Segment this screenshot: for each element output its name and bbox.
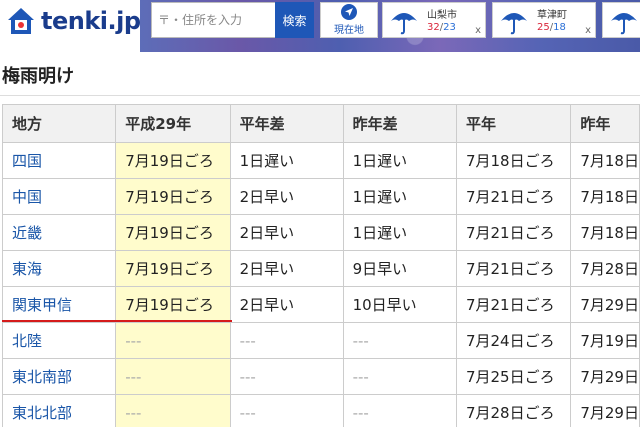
logo-text: tenki.jp (41, 7, 141, 35)
table-cell: --- (115, 394, 231, 427)
column-header: 昨年 (570, 104, 640, 143)
column-header: 平年 (455, 104, 572, 143)
weather-card[interactable] (602, 2, 640, 38)
search-input[interactable]: 〒・住所を入力 (151, 2, 275, 38)
table-row: 近畿 7月19日ごろ 2日早い 1日遅い 7月21日ごろ 7月18日 (1, 214, 640, 251)
table-cell: 7月29日 (570, 358, 640, 395)
table-cell: 1日遅い (229, 142, 344, 179)
region-link[interactable]: 関東甲信 (1, 286, 117, 323)
umbrella-icon (389, 7, 419, 39)
table-header-row: 地方 平成29年 平年差 昨年差 平年 昨年 (1, 104, 640, 143)
table-row: 中国 7月19日ごろ 2日早い 1日遅い 7月21日ごろ 7月18日 (1, 178, 640, 215)
table-cell: 7月25日ごろ (455, 358, 572, 395)
table-cell: 7月18日ごろ (455, 142, 572, 179)
region-link[interactable]: 近畿 (1, 214, 117, 251)
column-header: 平年差 (229, 104, 344, 143)
umbrella-icon (499, 7, 529, 39)
table-cell: 10日早い (342, 286, 457, 323)
table-cell: 7月21日ごろ (455, 286, 572, 323)
table-cell: 1日遅い (342, 214, 457, 251)
table-cell: 9日早い (342, 250, 457, 287)
table-cell: 2日早い (229, 250, 344, 287)
table-cell: 7月18日 (570, 214, 640, 251)
column-header: 平成29年 (115, 104, 231, 143)
table-cell: --- (115, 322, 231, 359)
region-link[interactable]: 中国 (1, 178, 117, 215)
close-card-button[interactable]: x (585, 25, 591, 36)
table-cell: 7月28日ごろ (455, 394, 572, 427)
weather-card[interactable]: 山梨市 32/23 x (382, 2, 486, 38)
table-cell: 2日早い (229, 178, 344, 215)
table-row: 東北南部 --- --- --- 7月25日ごろ 7月29日 (1, 358, 640, 395)
table-cell: 7月21日ごろ (455, 250, 572, 287)
table-cell: 7月21日ごろ (455, 214, 572, 251)
site-header: tenki.jp 〒・住所を入力 検索 現在地 山梨市 32/23 x 草津町 (0, 0, 640, 52)
table-cell: --- (342, 322, 457, 359)
table-cell: 7月29日 (570, 394, 640, 427)
current-location-label: 現在地 (334, 25, 364, 36)
table-cell: 7月19日 (570, 322, 640, 359)
weather-card[interactable]: 草津町 25/18 x (492, 2, 596, 38)
column-header: 地方 (1, 104, 117, 143)
page-title: 梅雨明け (2, 66, 74, 87)
close-card-button[interactable]: x (475, 25, 481, 36)
region-link[interactable]: 東北南部 (1, 358, 117, 395)
table-cell: 2日早い (229, 214, 344, 251)
table-row: 北陸 --- --- --- 7月24日ごろ 7月19日 (1, 322, 640, 359)
weather-card-temps: 25/18 (537, 22, 566, 33)
weather-card-temps: 32/23 (427, 22, 456, 33)
table-cell: --- (229, 358, 344, 395)
region-link[interactable]: 東北北部 (1, 394, 117, 427)
row-highlight-underline (2, 320, 232, 322)
table-cell: 2日早い (229, 286, 344, 323)
table-cell: --- (229, 394, 344, 427)
rainy-season-end-table: 地方 平成29年 平年差 昨年差 平年 昨年 四国 7月19日ごろ 1日遅い 1… (1, 104, 640, 427)
table-cell: 7月19日ごろ (115, 286, 231, 323)
search-button[interactable]: 検索 (275, 2, 314, 38)
region-link[interactable]: 北陸 (1, 322, 117, 359)
table-cell: 7月29日 (570, 286, 640, 323)
weather-card-city: 山梨市 (427, 10, 457, 21)
table-cell: 7月19日ごろ (115, 250, 231, 287)
umbrella-icon (609, 7, 639, 39)
weather-card-city: 草津町 (537, 10, 567, 21)
site-logo[interactable]: tenki.jp (6, 4, 146, 38)
table-cell: 7月18日 (570, 142, 640, 179)
title-bar (0, 52, 640, 96)
table-cell: 1日遅い (342, 142, 457, 179)
table-cell: 7月21日ごろ (455, 178, 572, 215)
logo-house-icon (6, 6, 36, 36)
location-arrow-icon (341, 4, 357, 20)
region-link[interactable]: 四国 (1, 142, 117, 179)
table-cell: --- (342, 358, 457, 395)
table-cell: --- (342, 394, 457, 427)
search-form: 〒・住所を入力 検索 (151, 2, 314, 38)
table-row: 東北北部 --- --- --- 7月28日ごろ 7月29日 (1, 394, 640, 427)
table-row: 東海 7月19日ごろ 2日早い 9日早い 7月21日ごろ 7月28日 (1, 250, 640, 287)
table-row: 関東甲信 7月19日ごろ 2日早い 10日早い 7月21日ごろ 7月29日 (1, 286, 640, 323)
table-row: 四国 7月19日ごろ 1日遅い 1日遅い 7月18日ごろ 7月18日 (1, 142, 640, 179)
column-header: 昨年差 (342, 104, 457, 143)
table-cell: 7月19日ごろ (115, 142, 231, 179)
table-cell: --- (115, 358, 231, 395)
table-cell: 7月24日ごろ (455, 322, 572, 359)
region-link[interactable]: 東海 (1, 250, 117, 287)
current-location-button[interactable]: 現在地 (320, 2, 378, 38)
table-cell: --- (229, 322, 344, 359)
table-cell: 7月19日ごろ (115, 178, 231, 215)
table-cell: 1日遅い (342, 178, 457, 215)
table-cell: 7月19日ごろ (115, 214, 231, 251)
table-cell: 7月28日 (570, 250, 640, 287)
table-cell: 7月18日 (570, 178, 640, 215)
